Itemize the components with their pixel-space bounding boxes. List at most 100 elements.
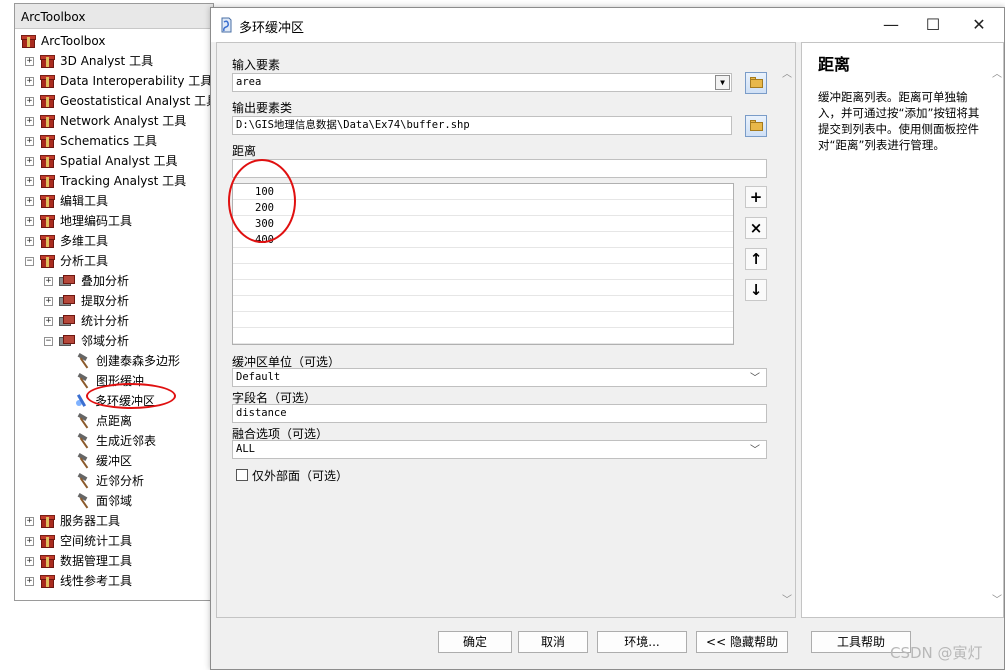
browse-input-button[interactable]	[745, 72, 767, 94]
parameters-form: 输入要素 area ▼ 输出要素类 D:\GIS地理信息数据\Data\Ex74…	[216, 42, 796, 618]
toolbox-icon	[40, 194, 55, 208]
expand-icon[interactable]: +	[44, 276, 53, 286]
output-feature-class-input[interactable]: D:\GIS地理信息数据\Data\Ex74\buffer.shp	[232, 116, 732, 135]
tree-item[interactable]: + Data Interoperability 工具	[25, 71, 212, 91]
input-features-combo[interactable]: area ▼	[232, 73, 732, 92]
outside-polygons-only-checkbox[interactable]	[236, 469, 248, 481]
ok-button[interactable]: 确定	[438, 631, 512, 653]
tree-item-label: 空间统计工具	[60, 534, 133, 548]
hide-help-button[interactable]: << 隐藏帮助	[696, 631, 788, 653]
tree-item[interactable]: + Tracking Analyst 工具	[25, 171, 186, 191]
list-item[interactable]	[233, 264, 733, 280]
tree-item[interactable]: + Geostatistical Analyst 工具	[25, 91, 213, 111]
list-item[interactable]: 300	[233, 216, 733, 232]
collapse-icon[interactable]: −	[44, 336, 53, 346]
tree-item[interactable]: + 统计分析	[44, 311, 129, 331]
distances-label: 距离	[232, 144, 257, 158]
buffer-unit-combo[interactable]: Default ﹀	[232, 368, 767, 387]
chevron-down-icon[interactable]: ﹀	[750, 370, 760, 387]
hammer-icon	[75, 412, 92, 429]
tree-item[interactable]: 近邻分析	[63, 471, 144, 491]
expand-icon[interactable]: +	[25, 136, 34, 146]
expand-icon[interactable]: +	[25, 76, 34, 86]
expand-icon[interactable]: +	[25, 576, 34, 586]
tree-item[interactable]: + 地理编码工具	[25, 211, 132, 231]
watermark: CSDN @寅灯	[890, 644, 983, 662]
expand-icon[interactable]: +	[25, 236, 34, 246]
expand-icon[interactable]: +	[25, 216, 34, 226]
tree-item[interactable]: 点距离	[63, 411, 132, 431]
tree-item[interactable]: + 服务器工具	[25, 511, 120, 531]
tree-root-label: ArcToolbox	[41, 34, 106, 48]
tree-item[interactable]: + 线性参考工具	[25, 571, 132, 591]
browse-output-button[interactable]	[745, 115, 767, 137]
expand-icon[interactable]: +	[25, 116, 34, 126]
expand-icon[interactable]: +	[25, 156, 34, 166]
tree-item[interactable]: + 多维工具	[25, 231, 108, 251]
move-down-button[interactable]: ↓	[745, 279, 767, 301]
tree-item[interactable]: 缓冲区	[63, 451, 132, 471]
move-up-button[interactable]: ↑	[745, 248, 767, 270]
scroll-down-icon[interactable]: ﹀	[992, 591, 1002, 606]
help-title: 距离	[818, 55, 851, 74]
chevron-down-icon[interactable]: ﹀	[750, 442, 760, 459]
list-item[interactable]: 100	[233, 184, 733, 200]
list-item[interactable]	[233, 296, 733, 312]
multiple-ring-buffer-dialog: 多环缓冲区 — ☐ ✕ 输入要素 area ▼ 输出要素类 D:\GIS地理信息…	[210, 7, 1005, 670]
environments-button[interactable]: 环境...	[597, 631, 687, 653]
expand-icon[interactable]: +	[25, 556, 34, 566]
scroll-down-icon[interactable]: ﹀	[782, 591, 792, 606]
field-name-input[interactable]: distance	[232, 404, 767, 423]
toolset-icon	[59, 274, 76, 288]
expand-icon[interactable]: +	[44, 296, 53, 306]
tree-item[interactable]: +3D Analyst 工具	[25, 51, 153, 71]
remove-distance-button[interactable]: ×	[745, 217, 767, 239]
collapse-icon[interactable]: −	[25, 256, 34, 266]
expand-icon[interactable]: +	[25, 196, 34, 206]
cancel-button[interactable]: 取消	[518, 631, 588, 653]
add-distance-button[interactable]: +	[745, 186, 767, 208]
tree-item-label: Schematics 工具	[60, 134, 157, 148]
list-item[interactable]	[233, 248, 733, 264]
tree-item[interactable]: − 邻域分析	[44, 331, 129, 351]
expand-icon[interactable]: +	[25, 96, 34, 106]
scroll-up-icon[interactable]: ︿	[992, 65, 1002, 80]
tree-item-label: Network Analyst 工具	[60, 114, 187, 128]
tree-item[interactable]: 面邻域	[63, 491, 132, 511]
dialog-titlebar[interactable]: 多环缓冲区 — ☐ ✕	[211, 8, 1004, 42]
distances-list[interactable]: 100 200 300 400	[232, 183, 734, 345]
expand-icon[interactable]: +	[25, 536, 34, 546]
tree-item[interactable]: 创建泰森多边形	[63, 351, 180, 371]
expand-icon[interactable]: +	[25, 56, 34, 66]
tree-item[interactable]: + Schematics 工具	[25, 131, 157, 151]
field-name-value: distance	[236, 407, 287, 419]
minimize-button[interactable]: —	[869, 12, 913, 38]
expand-icon[interactable]: +	[44, 316, 53, 326]
tree-item[interactable]: + Spatial Analyst 工具	[25, 151, 178, 171]
tree-item[interactable]: + 空间统计工具	[25, 531, 132, 551]
dropdown-arrow-icon[interactable]: ▼	[715, 75, 730, 90]
tree-item[interactable]: 生成近邻表	[63, 431, 156, 451]
expand-icon[interactable]: +	[25, 176, 34, 186]
dissolve-option-combo[interactable]: ALL ﹀	[232, 440, 767, 459]
distance-entry-input[interactable]	[232, 159, 767, 178]
tree-root[interactable]: ArcToolbox	[21, 31, 105, 51]
list-item[interactable]	[233, 328, 733, 344]
list-item[interactable]	[233, 312, 733, 328]
list-item[interactable]	[233, 280, 733, 296]
tree-item[interactable]: + 编辑工具	[25, 191, 108, 211]
toolbox-icon	[40, 154, 55, 168]
list-item[interactable]: 400	[233, 232, 733, 248]
tree-item[interactable]: + 提取分析	[44, 291, 129, 311]
tree-item[interactable]: + 叠加分析	[44, 271, 129, 291]
buffer-unit-value: Default	[236, 371, 281, 383]
close-button[interactable]: ✕	[957, 12, 1001, 38]
scroll-up-icon[interactable]: ︿	[782, 65, 792, 80]
list-item[interactable]: 200	[233, 200, 733, 216]
tree-item[interactable]: − 分析工具	[25, 251, 108, 271]
tree-item[interactable]: + Network Analyst 工具	[25, 111, 186, 131]
tree-item[interactable]: + 数据管理工具	[25, 551, 132, 571]
input-features-value: area	[236, 76, 262, 88]
expand-icon[interactable]: +	[25, 516, 34, 526]
maximize-button[interactable]: ☐	[911, 12, 955, 38]
